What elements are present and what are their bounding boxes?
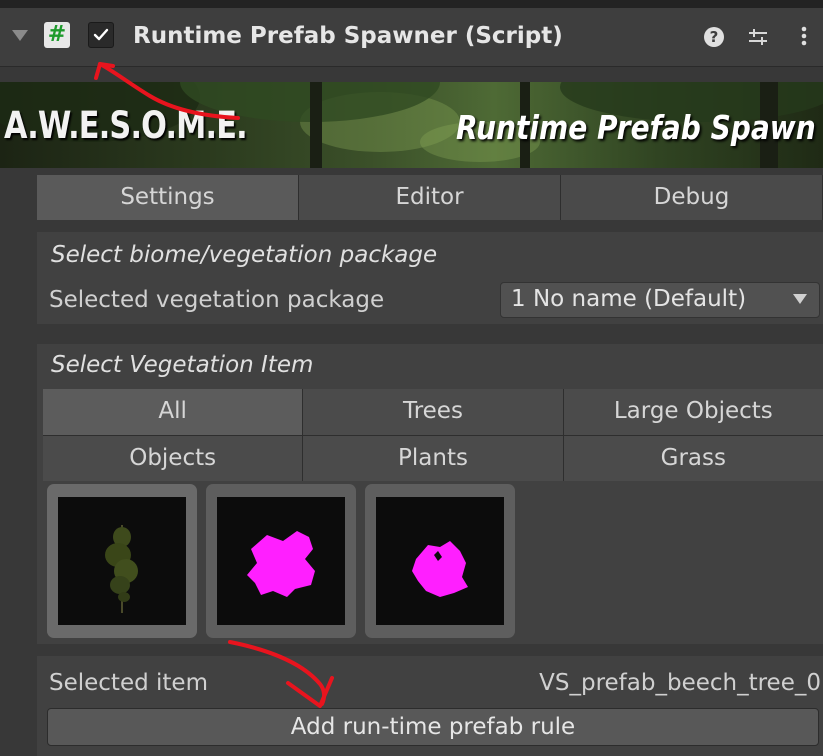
magenta-object-thumbnail-image: [376, 497, 504, 625]
awesome-logo: A.W.E.S.O.M.E.: [4, 104, 248, 147]
category-large-objects[interactable]: Large Objects: [563, 389, 823, 435]
help-icon[interactable]: ?: [703, 22, 725, 50]
tab-editor[interactable]: Editor: [299, 175, 561, 220]
more-options-icon[interactable]: [800, 22, 808, 50]
component-enable-checkbox[interactable]: [88, 22, 114, 48]
category-plants[interactable]: Plants: [303, 435, 563, 481]
selected-item-section: Selected item VS_prefab_beech_tree_0 Add…: [37, 656, 823, 756]
foldout-arrow-icon[interactable]: [12, 30, 28, 41]
add-runtime-prefab-rule-button[interactable]: Add run-time prefab rule: [47, 708, 819, 746]
vegetation-item-magenta-1[interactable]: [206, 484, 356, 638]
vegetation-heading: Select Vegetation Item: [51, 352, 314, 378]
vegetation-package-value: 1 No name (Default): [511, 286, 747, 312]
vegetation-package-label: Selected vegetation package: [49, 287, 385, 313]
category-trees[interactable]: Trees: [303, 389, 563, 435]
vegetation-section: Select Vegetation Item All Trees Large O…: [37, 344, 823, 644]
biome-section: Select biome/vegetation package Selected…: [37, 232, 823, 324]
selected-item-value: VS_prefab_beech_tree_0: [539, 670, 821, 696]
main-tabs: Settings Editor Debug: [37, 175, 823, 220]
magenta-object-thumbnail-image: [217, 497, 345, 625]
tab-settings[interactable]: Settings: [37, 175, 299, 220]
dropdown-arrow-icon: [793, 294, 807, 304]
banner-title: Runtime Prefab Spawn: [456, 108, 816, 147]
tab-debug[interactable]: Debug: [561, 175, 823, 220]
presets-icon[interactable]: [746, 22, 770, 50]
checkmark-icon: [93, 28, 109, 41]
component-header[interactable]: # Runtime Prefab Spawner (Script) ?: [0, 8, 823, 67]
category-filter-grid: All Trees Large Objects Objects Plants G…: [43, 389, 823, 481]
category-objects[interactable]: Objects: [43, 435, 303, 481]
script-icon: #: [44, 22, 70, 48]
awesome-banner: A.W.E.S.O.M.E. Runtime Prefab Spawn: [0, 82, 823, 168]
category-all[interactable]: All: [43, 389, 303, 435]
selected-item-label: Selected item: [49, 670, 208, 696]
biome-heading: Select biome/vegetation package: [51, 242, 438, 268]
vegetation-item-magenta-2[interactable]: [365, 484, 515, 638]
svg-text:?: ?: [710, 28, 719, 46]
inspector-top-strip: [0, 0, 823, 8]
vegetation-package-dropdown[interactable]: 1 No name (Default): [500, 282, 820, 318]
category-grass[interactable]: Grass: [563, 435, 823, 481]
component-title: Runtime Prefab Spawner (Script): [133, 23, 563, 49]
tree-thumbnail-image: [58, 497, 186, 625]
vegetation-item-tree[interactable]: [47, 484, 197, 638]
